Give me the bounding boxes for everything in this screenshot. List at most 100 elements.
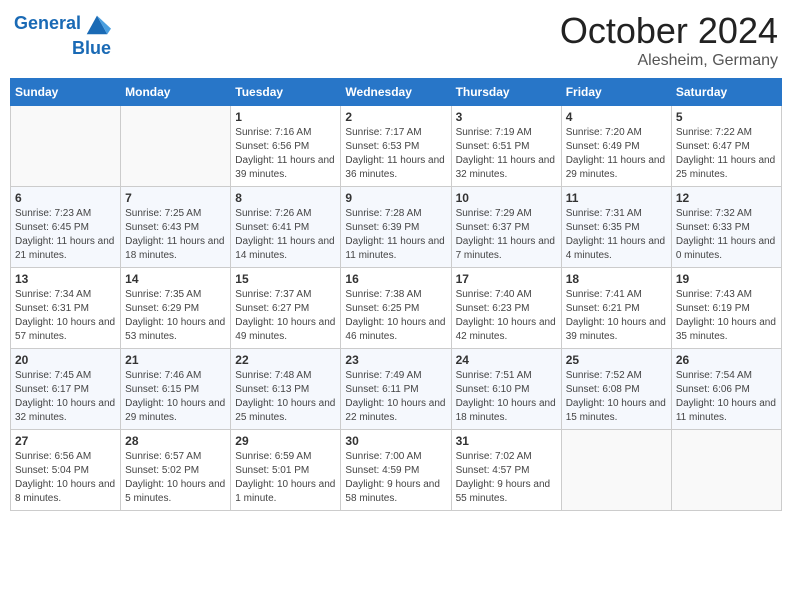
day-info: Sunrise: 7:35 AM Sunset: 6:29 PM Dayligh… (125, 288, 226, 344)
calendar-cell: 26Sunrise: 7:54 AM Sunset: 6:06 PM Dayli… (671, 349, 781, 430)
calendar-cell (671, 430, 781, 511)
calendar-cell: 6 Sunrise: 7:23 AM Sunset: 6:45 PM Daylig… (11, 187, 121, 268)
day-info: Sunrise: 7:19 AM Sunset: 6:51 PM Dayligh… (456, 126, 557, 182)
day-info: Sunrise: 7:28 AM Sunset: 6:39 PM Dayligh… (345, 207, 446, 263)
day-number: 2 (345, 110, 446, 124)
calendar-cell: 1 Sunrise: 7:16 AM Sunset: 6:56 PM Daylig… (231, 106, 341, 187)
logo-text: General (14, 14, 81, 34)
day-number: 4 (566, 110, 667, 124)
day-info: Sunrise: 7:23 AM Sunset: 6:45 PM Dayligh… (15, 207, 116, 263)
calendar-cell: 17 Sunrise: 7:40 AM Sunset: 6:23 PM Dayli… (451, 268, 561, 349)
day-number: 14 (125, 272, 226, 286)
day-number: 8 (235, 191, 336, 205)
calendar-cell (121, 106, 231, 187)
day-number: 16 (345, 272, 446, 286)
day-info: Sunrise: 7:45 AM Sunset: 6:17 PM Dayligh… (15, 369, 116, 425)
calendar-cell: 25 Sunrise: 7:52 AM Sunset: 6:08 PM Dayli… (561, 349, 671, 430)
calendar-cell (11, 106, 121, 187)
day-number: 31 (456, 434, 557, 448)
day-number: 27 (15, 434, 116, 448)
calendar-cell: 15 Sunrise: 7:37 AM Sunset: 6:27 PM Dayli… (231, 268, 341, 349)
calendar-table: SundayMondayTuesdayWednesdayThursdayFrid… (10, 78, 782, 511)
day-info: Sunrise: 7:16 AM Sunset: 6:56 PM Dayligh… (235, 126, 336, 182)
day-info: Sunrise: 7:25 AM Sunset: 6:43 PM Dayligh… (125, 207, 226, 263)
calendar-cell: 30Sunrise: 7:00 AM Sunset: 4:59 PM Dayli… (341, 430, 451, 511)
day-info: Sunrise: 7:02 AM Sunset: 4:57 PM Dayligh… (456, 450, 557, 506)
day-number: 1 (235, 110, 336, 124)
day-number: 28 (125, 434, 226, 448)
day-info: Sunrise: 7:41 AM Sunset: 6:21 PM Dayligh… (566, 288, 667, 344)
calendar-cell: 20 Sunrise: 7:45 AM Sunset: 6:17 PM Dayli… (11, 349, 121, 430)
day-number: 11 (566, 191, 667, 205)
calendar-week-row: 20 Sunrise: 7:45 AM Sunset: 6:17 PM Dayli… (11, 349, 782, 430)
calendar-cell: 21 Sunrise: 7:46 AM Sunset: 6:15 PM Dayli… (121, 349, 231, 430)
title-block: October 2024 Alesheim, Germany (560, 10, 778, 70)
calendar-cell: 16 Sunrise: 7:38 AM Sunset: 6:25 PM Dayli… (341, 268, 451, 349)
calendar-cell: 18 Sunrise: 7:41 AM Sunset: 6:21 PM Dayli… (561, 268, 671, 349)
day-info: Sunrise: 7:20 AM Sunset: 6:49 PM Dayligh… (566, 126, 667, 182)
calendar-week-row: 6 Sunrise: 7:23 AM Sunset: 6:45 PM Daylig… (11, 187, 782, 268)
day-number: 3 (456, 110, 557, 124)
calendar-cell: 22 Sunrise: 7:48 AM Sunset: 6:13 PM Dayli… (231, 349, 341, 430)
day-info: Sunrise: 7:37 AM Sunset: 6:27 PM Dayligh… (235, 288, 336, 344)
day-info: Sunrise: 6:56 AM Sunset: 5:04 PM Dayligh… (15, 450, 116, 506)
calendar-cell: 13Sunrise: 7:34 AM Sunset: 6:31 PM Dayli… (11, 268, 121, 349)
day-number: 25 (566, 353, 667, 367)
day-info: Sunrise: 7:51 AM Sunset: 6:10 PM Dayligh… (456, 369, 557, 425)
day-info: Sunrise: 7:40 AM Sunset: 6:23 PM Dayligh… (456, 288, 557, 344)
day-number: 21 (125, 353, 226, 367)
day-info: Sunrise: 6:59 AM Sunset: 5:01 PM Dayligh… (235, 450, 336, 506)
logo-blue: Blue (72, 38, 111, 59)
day-number: 15 (235, 272, 336, 286)
day-number: 17 (456, 272, 557, 286)
day-info: Sunrise: 7:17 AM Sunset: 6:53 PM Dayligh… (345, 126, 446, 182)
weekday-header-cell: Thursday (451, 79, 561, 106)
day-info: Sunrise: 7:48 AM Sunset: 6:13 PM Dayligh… (235, 369, 336, 425)
calendar-cell: 27 Sunrise: 6:56 AM Sunset: 5:04 PM Dayli… (11, 430, 121, 511)
calendar-week-row: 1 Sunrise: 7:16 AM Sunset: 6:56 PM Daylig… (11, 106, 782, 187)
day-number: 12 (676, 191, 777, 205)
day-number: 13 (15, 272, 116, 286)
calendar-cell: 28 Sunrise: 6:57 AM Sunset: 5:02 PM Dayli… (121, 430, 231, 511)
calendar-cell: 31 Sunrise: 7:02 AM Sunset: 4:57 PM Dayli… (451, 430, 561, 511)
day-info: Sunrise: 7:46 AM Sunset: 6:15 PM Dayligh… (125, 369, 226, 425)
day-number: 18 (566, 272, 667, 286)
day-number: 23 (345, 353, 446, 367)
calendar-week-row: 27 Sunrise: 6:56 AM Sunset: 5:04 PM Dayli… (11, 430, 782, 511)
calendar-cell: 19 Sunrise: 7:43 AM Sunset: 6:19 PM Dayli… (671, 268, 781, 349)
day-number: 6 (15, 191, 116, 205)
calendar-cell: 11 Sunrise: 7:31 AM Sunset: 6:35 PM Dayli… (561, 187, 671, 268)
calendar-cell: 3 Sunrise: 7:19 AM Sunset: 6:51 PM Daylig… (451, 106, 561, 187)
calendar-cell: 23 Sunrise: 7:49 AM Sunset: 6:11 PM Dayli… (341, 349, 451, 430)
day-number: 20 (15, 353, 116, 367)
month-title: October 2024 (560, 10, 778, 52)
day-number: 7 (125, 191, 226, 205)
day-info: Sunrise: 7:49 AM Sunset: 6:11 PM Dayligh… (345, 369, 446, 425)
day-number: 22 (235, 353, 336, 367)
day-number: 19 (676, 272, 777, 286)
day-info: Sunrise: 7:43 AM Sunset: 6:19 PM Dayligh… (676, 288, 777, 344)
calendar-cell: 12 Sunrise: 7:32 AM Sunset: 6:33 PM Dayli… (671, 187, 781, 268)
day-info: Sunrise: 7:54 AM Sunset: 6:06 PM Dayligh… (676, 369, 777, 425)
day-info: Sunrise: 7:29 AM Sunset: 6:37 PM Dayligh… (456, 207, 557, 263)
day-info: Sunrise: 7:38 AM Sunset: 6:25 PM Dayligh… (345, 288, 446, 344)
weekday-header-cell: Saturday (671, 79, 781, 106)
calendar-cell: 8Sunrise: 7:26 AM Sunset: 6:41 PM Daylig… (231, 187, 341, 268)
calendar-cell: 10 Sunrise: 7:29 AM Sunset: 6:37 PM Dayli… (451, 187, 561, 268)
day-info: Sunrise: 7:32 AM Sunset: 6:33 PM Dayligh… (676, 207, 777, 263)
day-info: Sunrise: 7:31 AM Sunset: 6:35 PM Dayligh… (566, 207, 667, 263)
calendar-cell: 7 Sunrise: 7:25 AM Sunset: 6:43 PM Daylig… (121, 187, 231, 268)
weekday-header-cell: Monday (121, 79, 231, 106)
weekday-header-cell: Friday (561, 79, 671, 106)
calendar-cell: 4 Sunrise: 7:20 AM Sunset: 6:49 PM Daylig… (561, 106, 671, 187)
day-info: Sunrise: 7:52 AM Sunset: 6:08 PM Dayligh… (566, 369, 667, 425)
day-number: 10 (456, 191, 557, 205)
calendar-cell: 2 Sunrise: 7:17 AM Sunset: 6:53 PM Daylig… (341, 106, 451, 187)
day-number: 5 (676, 110, 777, 124)
day-info: Sunrise: 6:57 AM Sunset: 5:02 PM Dayligh… (125, 450, 226, 506)
logo: General Blue (14, 10, 111, 59)
calendar-cell: 24Sunrise: 7:51 AM Sunset: 6:10 PM Dayli… (451, 349, 561, 430)
logo-icon (83, 10, 111, 38)
day-info: Sunrise: 7:00 AM Sunset: 4:59 PM Dayligh… (345, 450, 446, 506)
calendar-body: 1 Sunrise: 7:16 AM Sunset: 6:56 PM Daylig… (11, 106, 782, 511)
